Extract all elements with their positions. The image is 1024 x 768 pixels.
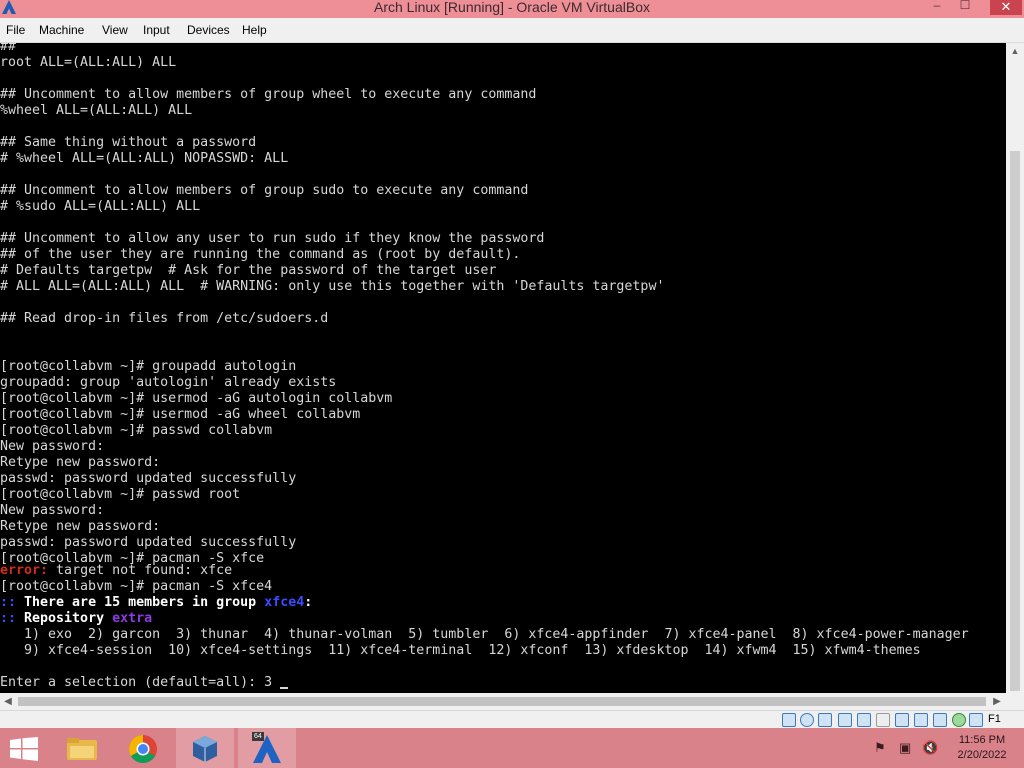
terminal-line-error: error: target not found: xfce <box>0 563 232 579</box>
chrome-icon <box>129 735 157 763</box>
terminal-line: [root@collabvm ~]# usermod -aG autologin… <box>0 391 393 406</box>
members-marker: :: <box>0 595 17 610</box>
repo-text: Repository <box>16 611 113 626</box>
virtualization-icon[interactable] <box>933 713 947 727</box>
terminal-line: Retype new password: <box>0 519 161 534</box>
terminal-line: New password: <box>0 503 105 518</box>
terminal-line: ## Uncomment to allow members of group w… <box>0 87 537 102</box>
terminal-line-options-2: 9) xfce4-session 10) xfce4-settings 11) … <box>0 643 921 658</box>
horizontal-scrollbar[interactable]: ◀ ▶ <box>0 693 1006 710</box>
terminal-line-prompt[interactable]: Enter a selection (default=all): 3 <box>0 675 289 691</box>
terminal-line-members: :: There are 15 members in group xfce4: <box>0 595 312 611</box>
repo-marker: :: <box>0 611 17 626</box>
hard-disk-icon[interactable] <box>782 713 796 727</box>
virtualbox-icon <box>193 736 217 762</box>
action-center-flag-icon[interactable]: ⚑ <box>874 740 886 756</box>
members-group: xfce4 <box>264 595 305 610</box>
menu-view[interactable]: View <box>102 23 128 37</box>
selection-prompt: Enter a selection (default=all): 3 <box>0 675 281 690</box>
network-tray-icon[interactable]: ▣ <box>899 740 911 756</box>
terminal-line: New password: <box>0 439 105 454</box>
scroll-up-arrow-icon[interactable]: ▲ <box>1006 43 1024 59</box>
error-label: error: <box>0 563 49 578</box>
members-text: There are 15 members in group <box>16 595 265 610</box>
maximize-button[interactable]: ☐ <box>959 0 971 12</box>
terminal-line: root ALL=(ALL:ALL) ALL <box>0 55 177 70</box>
members-colon: : <box>304 595 313 610</box>
terminal-line: # ALL ALL=(ALL:ALL) ALL # WARNING: only … <box>0 279 665 294</box>
window-title: Arch Linux [Running] - Oracle VM Virtual… <box>374 0 650 15</box>
terminal-line: # %wheel ALL=(ALL:ALL) NOPASSWD: ALL <box>0 151 289 166</box>
terminal-line: [root@collabvm ~]# groupadd autologin <box>0 359 297 374</box>
terminal-line: ## Uncomment to allow members of group s… <box>0 183 529 198</box>
terminal-line: ## of the user they are running the comm… <box>0 247 521 262</box>
audio-icon[interactable] <box>818 713 832 727</box>
taskbar-clock[interactable]: 11:56 PM 2/20/2022 <box>940 733 1024 763</box>
terminal-line: ## Uncomment to allow any user to run su… <box>0 231 545 246</box>
terminal-line: ## <box>0 43 17 54</box>
menu-input[interactable]: Input <box>143 23 170 37</box>
clock-date: 2/20/2022 <box>957 749 1007 761</box>
terminal-line-options-1: 1) exo 2) garcon 3) thunar 4) thunar-vol… <box>0 627 969 642</box>
taskbar-virtualbox[interactable] <box>176 728 234 768</box>
close-button[interactable]: ✕ <box>990 0 1022 15</box>
clock-time: 11:56 PM <box>958 734 1006 746</box>
terminal-line: %wheel ALL=(ALL:ALL) ALL <box>0 103 193 118</box>
terminal-line: # %sudo ALL=(ALL:ALL) ALL <box>0 199 201 214</box>
vm-status-bar: F1 <box>0 710 1024 729</box>
repo-name: extra <box>112 611 153 626</box>
error-message: target not found: xfce <box>48 563 233 578</box>
horizontal-scroll-thumb[interactable] <box>18 697 986 706</box>
vm-terminal-screen[interactable]: ## root ALL=(ALL:ALL) ALL ## Uncomment to … <box>0 43 1006 693</box>
terminal-line: passwd: password updated successfully <box>0 535 297 550</box>
terminal-line: Retype new password: <box>0 455 161 470</box>
start-button[interactable] <box>0 728 58 768</box>
minimize-button[interactable]: – <box>930 0 944 12</box>
menu-bar: File Machine View Input Devices Help <box>0 18 1024 43</box>
vertical-scrollbar[interactable]: ▲ <box>1006 43 1024 693</box>
terminal-line: [root@collabvm ~]# passwd collabvm <box>0 423 273 438</box>
scroll-right-arrow-icon[interactable]: ▶ <box>989 693 1005 710</box>
shared-folders-icon[interactable] <box>876 713 890 727</box>
menu-help[interactable]: Help <box>242 23 267 37</box>
text-cursor <box>280 687 289 689</box>
network-icon[interactable] <box>838 713 852 727</box>
windows-logo-icon <box>10 737 38 761</box>
terminal-line: [root@collabvm ~]# usermod -aG wheel col… <box>0 407 361 422</box>
taskbar-arch-vm[interactable]: 64 <box>238 728 296 768</box>
terminal-line-command: [root@collabvm ~]# pacman -S xfce4 <box>0 579 273 594</box>
scroll-left-arrow-icon[interactable]: ◀ <box>0 693 16 710</box>
host-key-label: F1 <box>988 713 1001 725</box>
mouse-integration-icon[interactable] <box>952 713 966 727</box>
scrollbar-corner <box>1006 693 1024 710</box>
terminal-line-repository: :: Repository extra <box>0 611 152 627</box>
menu-machine[interactable]: Machine <box>39 23 84 37</box>
taskbar-chrome[interactable] <box>114 728 172 768</box>
terminal-line: [root@collabvm ~]# passwd root <box>0 487 241 502</box>
folder-icon <box>67 738 97 760</box>
video-capture-icon[interactable] <box>914 713 928 727</box>
taskbar-file-explorer[interactable] <box>52 728 110 768</box>
arch-linux-icon <box>253 735 281 763</box>
display-icon[interactable] <box>895 713 909 727</box>
window-title-bar[interactable]: Arch Linux [Running] - Oracle VM Virtual… <box>0 0 1024 18</box>
terminal-line: ## Same thing without a password <box>0 135 257 150</box>
keyboard-icon[interactable] <box>969 713 983 727</box>
terminal-line: # Defaults targetpw # Ask for the passwo… <box>0 263 497 278</box>
menu-devices[interactable]: Devices <box>187 23 230 37</box>
terminal-line: groupadd: group 'autologin' already exis… <box>0 375 337 390</box>
optical-drive-icon[interactable] <box>800 713 814 727</box>
usb-icon[interactable] <box>857 713 871 727</box>
menu-file[interactable]: File <box>6 23 25 37</box>
taskbar: 64 ⚑ ▣ 🔇 11:56 PM 2/20/2022 <box>0 728 1024 768</box>
vertical-scroll-thumb[interactable] <box>1010 151 1020 691</box>
terminal-line: ## Read drop-in files from /etc/sudoers.… <box>0 311 329 326</box>
volume-muted-icon[interactable]: 🔇 <box>922 740 938 756</box>
terminal-line: passwd: password updated successfully <box>0 471 297 486</box>
